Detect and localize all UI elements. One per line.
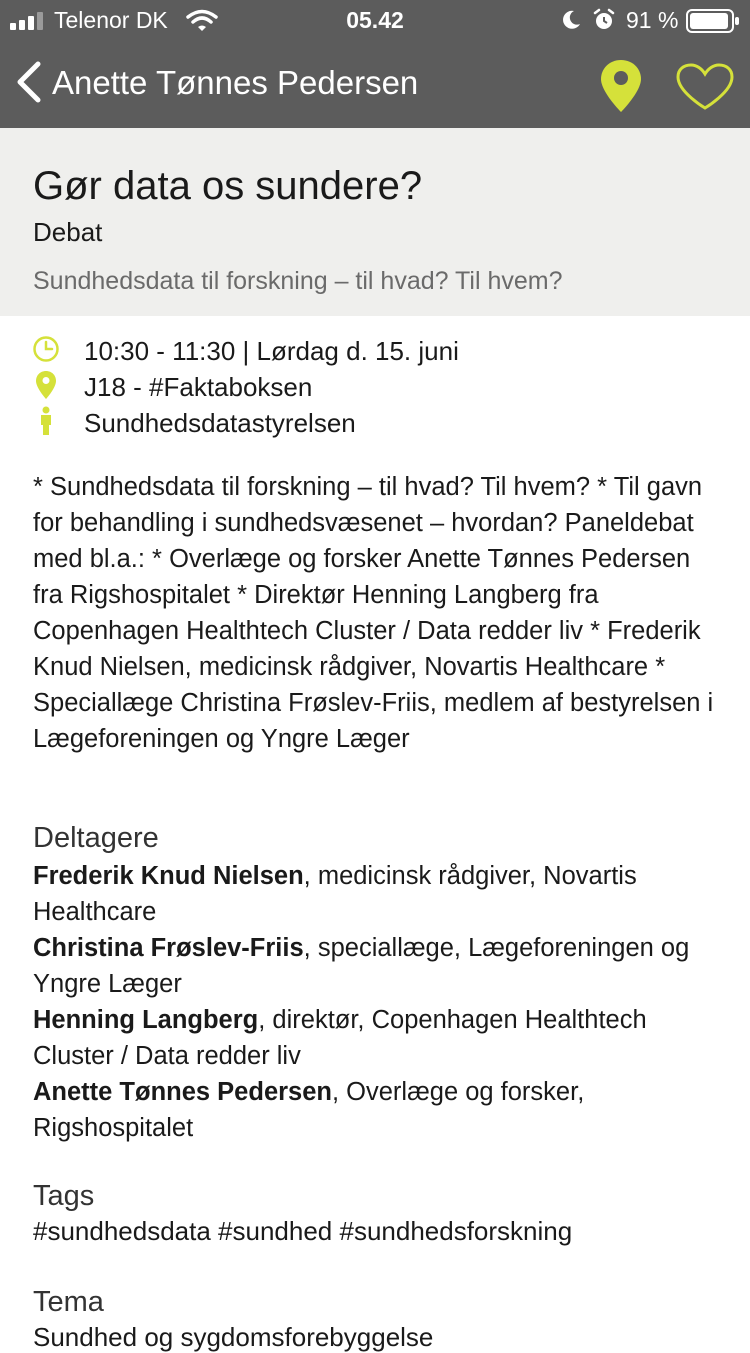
battery-icon bbox=[686, 9, 739, 33]
location-pin-icon[interactable] bbox=[598, 58, 644, 114]
alarm-clock-icon bbox=[593, 8, 615, 29]
participant-name[interactable]: Frederik Knud Nielsen bbox=[33, 862, 304, 890]
back-chevron-icon[interactable] bbox=[14, 60, 44, 104]
participant-item: Anette Tønnes Pedersen, Overlæge og fors… bbox=[33, 1074, 733, 1146]
event-organizer: Sundhedsdatastyrelsen bbox=[84, 408, 356, 438]
event-title: Gør data os sundere? bbox=[33, 164, 423, 208]
participant-name[interactable]: Anette Tønnes Pedersen bbox=[33, 1078, 332, 1106]
tags-list[interactable]: #sundhedsdata #sundhed #sundhedsforsknin… bbox=[33, 1216, 572, 1247]
status-bar: Telenor DK 05.42 91 % bbox=[0, 0, 750, 40]
tema-value[interactable]: Sundhed og sygdomsforebyggelse bbox=[33, 1322, 433, 1353]
event-time: 10:30 - 11:30 | Lørdag d. 15. juni bbox=[84, 336, 459, 366]
participant-item: Frederik Knud Nielsen, medicinsk rådgive… bbox=[33, 858, 733, 930]
event-location: J18 - #Faktaboksen bbox=[84, 372, 313, 402]
event-header: Gør data os sundere? Debat Sundhedsdata … bbox=[0, 128, 750, 316]
participants-heading: Deltagere bbox=[33, 822, 159, 854]
clock-icon bbox=[33, 336, 59, 362]
participant-item: Christina Frøslev-Friis, speciallæge, Læ… bbox=[33, 930, 733, 1002]
participant-item: Henning Langberg, direktør, Copenhagen H… bbox=[33, 1002, 733, 1074]
event-subtitle: Sundhedsdata til forskning – til hvad? T… bbox=[33, 267, 563, 295]
person-icon bbox=[41, 406, 51, 435]
location-pin-icon bbox=[36, 371, 56, 399]
event-location-row: J18 - #Faktaboksen bbox=[0, 370, 750, 406]
participant-name[interactable]: Christina Frøslev-Friis bbox=[33, 934, 304, 962]
nav-title: Anette Tønnes Pedersen bbox=[52, 64, 419, 101]
event-description: * Sundhedsdata til forskning – til hvad?… bbox=[33, 473, 714, 753]
participants-list: Frederik Knud Nielsen, medicinsk rådgive… bbox=[33, 858, 733, 1146]
event-type: Debat bbox=[33, 217, 103, 247]
tema-heading: Tema bbox=[33, 1286, 104, 1318]
heart-icon[interactable] bbox=[674, 62, 736, 112]
participant-name[interactable]: Henning Langberg bbox=[33, 1006, 258, 1034]
event-time-row: 10:30 - 11:30 | Lørdag d. 15. juni bbox=[0, 334, 750, 370]
top-bar: Telenor DK 05.42 91 % Anette Tønnes Pede… bbox=[0, 0, 750, 128]
battery-percentage: 91 % bbox=[626, 7, 679, 33]
event-organizer-row: Sundhedsdatastyrelsen bbox=[0, 406, 750, 442]
navigation-bar: Anette Tønnes Pedersen bbox=[0, 40, 750, 128]
tags-heading: Tags bbox=[33, 1180, 95, 1212]
do-not-disturb-moon-icon bbox=[563, 10, 580, 29]
